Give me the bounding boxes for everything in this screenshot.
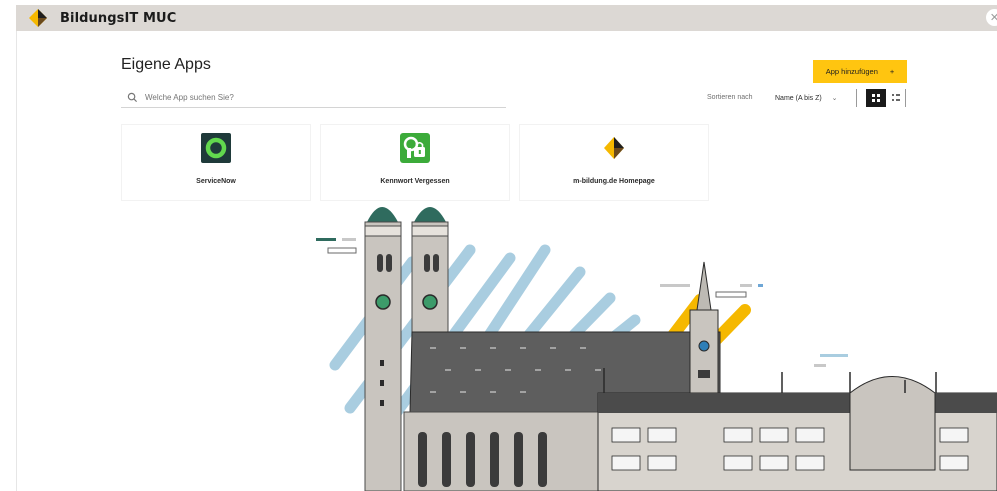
- sort-label: Sortieren nach: [707, 94, 753, 101]
- left-border: [16, 5, 17, 491]
- bildungsit-logo-icon: [29, 9, 47, 27]
- app-card-m-bildung-homepage[interactable]: m-bildung.de Homepage: [520, 125, 708, 200]
- app-card-label: ServiceNow: [196, 178, 236, 185]
- divider: [856, 89, 857, 107]
- password-reset-icon: [400, 133, 430, 163]
- page-title: Eigene Apps: [121, 56, 211, 73]
- m-bildung-logo-icon: [604, 137, 624, 159]
- app-card-servicenow[interactable]: ServiceNow: [122, 125, 310, 200]
- search-input[interactable]: [142, 92, 506, 103]
- add-app-button[interactable]: App hinzufügen +: [813, 60, 907, 83]
- app-card-label: m-bildung.de Homepage: [573, 178, 655, 185]
- app-card-label: Kennwort Vergessen: [380, 178, 450, 185]
- grid-view-button[interactable]: [866, 89, 886, 107]
- top-bar: BildungsIT MUC ✕: [16, 5, 997, 31]
- divider: [905, 89, 906, 107]
- sort-dropdown-value: Name (A bis Z): [775, 95, 822, 102]
- list-icon: [892, 94, 900, 101]
- servicenow-icon: [201, 133, 231, 163]
- chevron-down-icon: ⌄: [831, 95, 838, 102]
- close-icon[interactable]: ✕: [986, 9, 997, 26]
- search-bar[interactable]: [121, 88, 506, 108]
- app-card-kennwort-vergessen[interactable]: Kennwort Vergessen: [321, 125, 509, 200]
- sort-dropdown[interactable]: Name (A bis Z) ⌄: [775, 94, 838, 102]
- search-icon: [127, 92, 138, 103]
- add-app-button-label: App hinzufügen: [825, 67, 878, 76]
- plus-icon: +: [889, 67, 895, 76]
- list-view-button[interactable]: [889, 89, 903, 107]
- grid-icon: [872, 94, 880, 102]
- brand-name: BildungsIT MUC: [60, 10, 177, 26]
